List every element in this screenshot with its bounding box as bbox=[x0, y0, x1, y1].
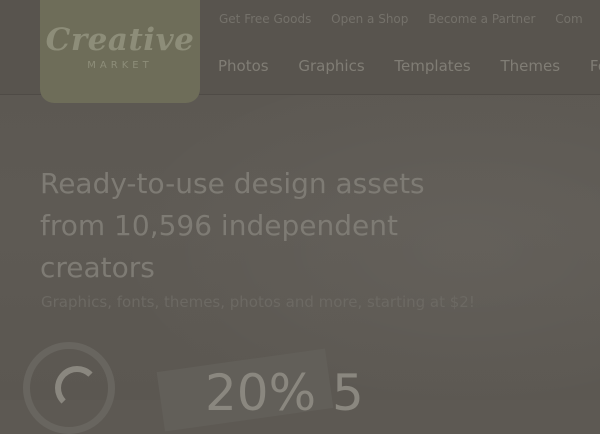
top-nav: Get Free Goods Open a Shop Become a Part… bbox=[219, 12, 599, 26]
hero-headline: Ready-to-use design assets from 10,596 i… bbox=[40, 167, 425, 284]
main-nav: Photos Graphics Templates Themes Fon bbox=[218, 57, 600, 75]
top-nav-link-partner[interactable]: Become a Partner bbox=[428, 12, 535, 26]
creative-market-logo[interactable]: Creative MARKET bbox=[40, 0, 200, 103]
hero-subheadline: Graphics, fonts, themes, photos and more… bbox=[41, 293, 475, 311]
promo-banner-text[interactable]: 20% 5 bbox=[205, 368, 364, 418]
top-nav-link-open-shop[interactable]: Open a Shop bbox=[331, 12, 408, 26]
main-nav-photos[interactable]: Photos bbox=[218, 57, 269, 75]
main-nav-fonts[interactable]: Fon bbox=[590, 57, 600, 75]
main-nav-themes[interactable]: Themes bbox=[500, 57, 560, 75]
logo-subtitle: MARKET bbox=[87, 60, 153, 71]
main-nav-graphics[interactable]: Graphics bbox=[298, 57, 364, 75]
logo-wordmark: Creative bbox=[45, 22, 195, 58]
promo-prefix-glyph bbox=[55, 366, 99, 410]
top-nav-link-community[interactable]: Com bbox=[555, 12, 582, 26]
main-nav-templates[interactable]: Templates bbox=[394, 57, 470, 75]
top-nav-link-free-goods[interactable]: Get Free Goods bbox=[219, 12, 311, 26]
